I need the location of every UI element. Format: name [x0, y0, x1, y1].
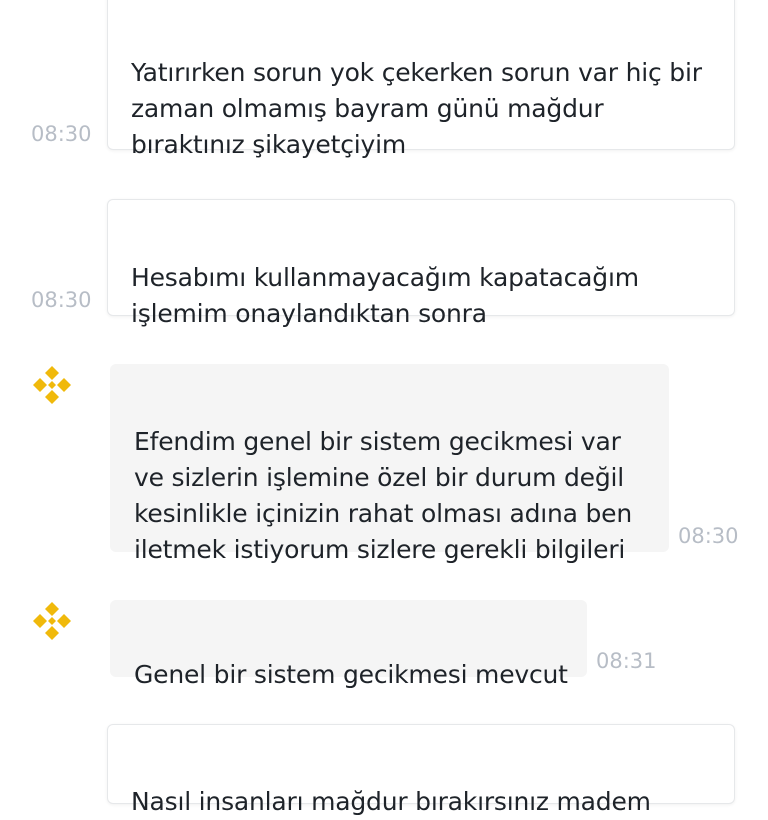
binance-logo-icon [33, 602, 71, 640]
message-bubble: Genel bir sistem gecikmesi mevcut [110, 600, 587, 689]
binance-logo-icon [33, 366, 71, 404]
message-bubble: Efendim genel bir sistem gecikmesi var v… [110, 364, 669, 564]
message-timestamp: 08:30 [31, 122, 92, 146]
message-text: Efendim genel bir sistem gecikmesi var v… [134, 427, 632, 564]
message-timestamp: 08:30 [31, 288, 92, 312]
message-timestamp: 08:30 [678, 524, 739, 548]
message-text: Genel bir sistem gecikmesi mevcut [134, 660, 568, 689]
message-text: Yatırırken sorun yok çekerken sorun var … [131, 58, 702, 159]
message-bubble: Nasıl insanları mağdur bırakırsınız made… [107, 724, 735, 816]
message-timestamp: 08:31 [596, 649, 657, 673]
message-text: Nasıl insanları mağdur bırakırsınız made… [131, 787, 651, 816]
message-text: Hesabımı kullanmayacağım kapatacağım işl… [131, 263, 639, 328]
message-bubble: Hesabımı kullanmayacağım kapatacağım işl… [107, 199, 735, 328]
message-bubble: Yatırırken sorun yok çekerken sorun var … [107, 0, 735, 159]
